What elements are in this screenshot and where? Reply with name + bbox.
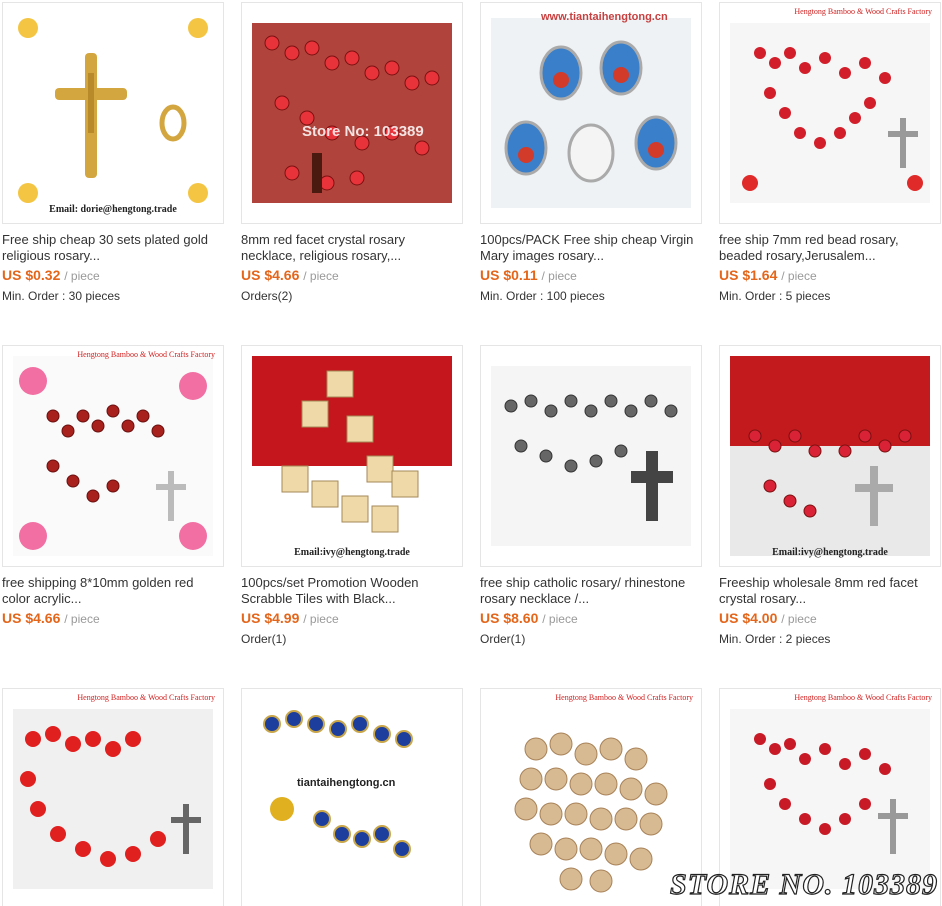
price-unit: / piece (541, 269, 577, 283)
product-title[interactable]: 100pcs/PACK Free ship cheap Virgin Mary … (480, 232, 702, 264)
image-caption: Email:ivy@hengtong.trade (294, 547, 410, 558)
product-price: US $4.99 (241, 610, 300, 626)
product-image[interactable]: Store No: 103389 (241, 2, 463, 224)
image-factory-label: Hengtong Bamboo & Wood Crafts Factory (794, 693, 932, 702)
price-line: US $4.66 / piece (241, 266, 466, 285)
image-factory-label: Hengtong Bamboo & Wood Crafts Factory (77, 693, 215, 702)
product-title[interactable]: free shipping 8*10mm golden red color ac… (2, 575, 224, 607)
price-line: US $4.00 / piece (719, 609, 942, 628)
gold-crucifix-icon (13, 13, 213, 213)
orders-count: Orders(2) (241, 289, 293, 303)
product-image[interactable]: www.tiantaihengtong.cn (480, 2, 702, 224)
price-unit: / piece (303, 269, 339, 283)
product-price: US $4.66 (241, 267, 300, 283)
price-line: US $8.60 / piece (480, 609, 705, 628)
product-image[interactable]: Email: dorie@hengtong.trade (2, 2, 224, 224)
price-line: US $0.11 / piece (480, 266, 705, 285)
product-card[interactable]: tiantaihengtong.cn (241, 688, 466, 906)
product-price: US $0.32 (2, 267, 61, 283)
product-card[interactable]: Hengtong Bamboo & Wood Crafts Factory fr… (719, 2, 942, 304)
product-image[interactable]: Hengtong Bamboo & Wood Crafts Factory (2, 345, 224, 567)
price-line: US $4.99 / piece (241, 609, 466, 628)
product-card[interactable]: Email:ivy@hengtong.trade Freeship wholes… (719, 345, 942, 647)
product-title[interactable]: free ship catholic rosary/ rhinestone ro… (480, 575, 702, 607)
image-caption: Email: dorie@hengtong.trade (49, 204, 177, 215)
product-price: US $0.11 (480, 267, 538, 283)
image-factory-label: Hengtong Bamboo & Wood Crafts Factory (77, 350, 215, 359)
price-line: US $1.64 / piece (719, 266, 942, 285)
orders-count: Order(1) (241, 632, 287, 646)
price-line: US $0.32 / piece (2, 266, 227, 285)
product-card[interactable]: Hengtong Bamboo & Wood Crafts Factory fr… (2, 345, 227, 631)
product-title[interactable]: free ship 7mm red bead rosary, beaded ro… (719, 232, 941, 264)
min-order: Min. Order : 100 pieces (480, 289, 605, 303)
price-unit: / piece (303, 612, 339, 626)
product-title[interactable]: 8mm red facet crystal rosary necklace, r… (241, 232, 463, 264)
image-store-label: www.tiantaihengtong.cn (541, 11, 668, 23)
product-image[interactable] (480, 345, 702, 567)
price-unit: / piece (64, 269, 100, 283)
product-price: US $1.64 (719, 267, 778, 283)
product-title[interactable]: Freeship wholesale 8mm red facet crystal… (719, 575, 941, 607)
product-card[interactable]: Store No: 103389 8mm red facet crystal r… (241, 2, 466, 304)
product-image[interactable]: tiantaihengtong.cn (241, 688, 463, 906)
product-title[interactable]: Free ship cheap 30 sets plated gold reli… (2, 232, 224, 264)
store-watermark: STORE NO. 103389 (669, 867, 938, 901)
cloisonne-rosary-icon (252, 699, 452, 899)
rhinestone-rosary-icon (491, 366, 691, 546)
product-card[interactable]: free ship catholic rosary/ rhinestone ro… (480, 345, 705, 647)
price-unit: / piece (64, 612, 100, 626)
wooden-beads-icon (491, 699, 691, 899)
orders-count: Order(1) (480, 632, 526, 646)
min-order: Min. Order : 30 pieces (2, 289, 121, 303)
golden-red-rosary-icon (13, 356, 213, 556)
min-order: Min. Order : 5 pieces (719, 289, 831, 303)
image-store-label: tiantaihengtong.cn (297, 777, 396, 789)
red-rose-rosary-icon (13, 709, 213, 889)
min-order: Min. Order : 2 pieces (719, 632, 831, 646)
product-card[interactable]: Email: dorie@hengtong.trade Free ship ch… (2, 2, 227, 304)
image-factory-label: Hengtong Bamboo & Wood Crafts Factory (555, 693, 693, 702)
product-title[interactable]: 100pcs/set Promotion Wooden Scrabble Til… (241, 575, 463, 607)
image-caption: Email:ivy@hengtong.trade (772, 547, 888, 558)
price-unit: / piece (781, 612, 817, 626)
product-image[interactable]: Hengtong Bamboo & Wood Crafts Factory (2, 688, 224, 906)
image-store-label: Store No: 103389 (302, 123, 424, 140)
product-image[interactable]: Email:ivy@hengtong.trade (719, 345, 941, 567)
product-card[interactable]: Email:ivy@hengtong.trade 100pcs/set Prom… (241, 345, 466, 647)
price-unit: / piece (542, 612, 578, 626)
scrabble-tiles-icon (252, 356, 452, 556)
red-bead-rosary-icon (730, 709, 930, 889)
product-price: US $4.66 (2, 610, 61, 626)
product-image[interactable]: Email:ivy@hengtong.trade (241, 345, 463, 567)
product-image[interactable]: Hengtong Bamboo & Wood Crafts Factory (719, 2, 941, 224)
product-card[interactable]: Hengtong Bamboo & Wood Crafts Factory (2, 688, 227, 906)
product-card[interactable]: www.tiantaihengtong.cn 100pcs/PACK Free … (480, 2, 705, 304)
product-price: US $8.60 (480, 610, 539, 626)
price-unit: / piece (781, 269, 817, 283)
red-facet-rosary-icon (730, 356, 930, 556)
image-factory-label: Hengtong Bamboo & Wood Crafts Factory (794, 7, 932, 16)
red-crystal-rosary-icon (252, 23, 452, 203)
product-image[interactable]: Hengtong Bamboo & Wood Crafts Factory (480, 688, 702, 906)
price-line: US $4.66 / piece (2, 609, 227, 628)
virgin-mary-medal-icon (491, 18, 691, 208)
red-bead-rosary-icon (730, 23, 930, 203)
product-price: US $4.00 (719, 610, 778, 626)
